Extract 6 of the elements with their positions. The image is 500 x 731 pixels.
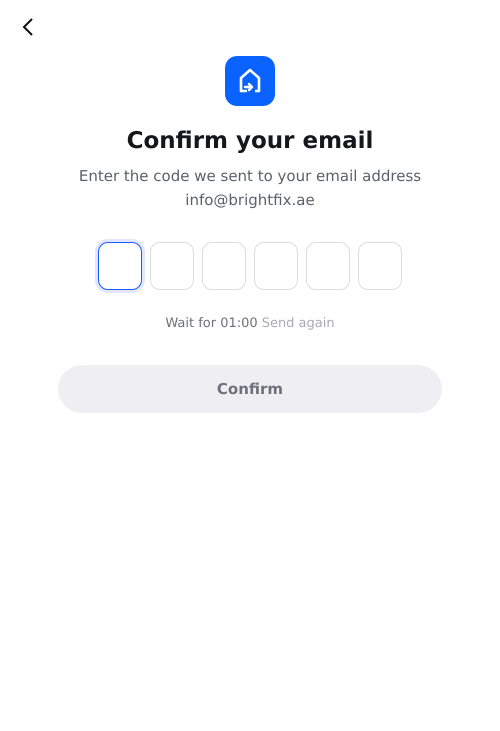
countdown-text: Wait for 01:00: [165, 316, 258, 331]
email-address: info@brightfix.ae: [185, 190, 315, 210]
code-digit-field[interactable]: [98, 242, 142, 290]
app-logo-icon: [225, 56, 275, 106]
page-title: Confirm your email: [126, 128, 374, 154]
instruction-text: Enter the code we sent to your email address: [78, 166, 422, 186]
